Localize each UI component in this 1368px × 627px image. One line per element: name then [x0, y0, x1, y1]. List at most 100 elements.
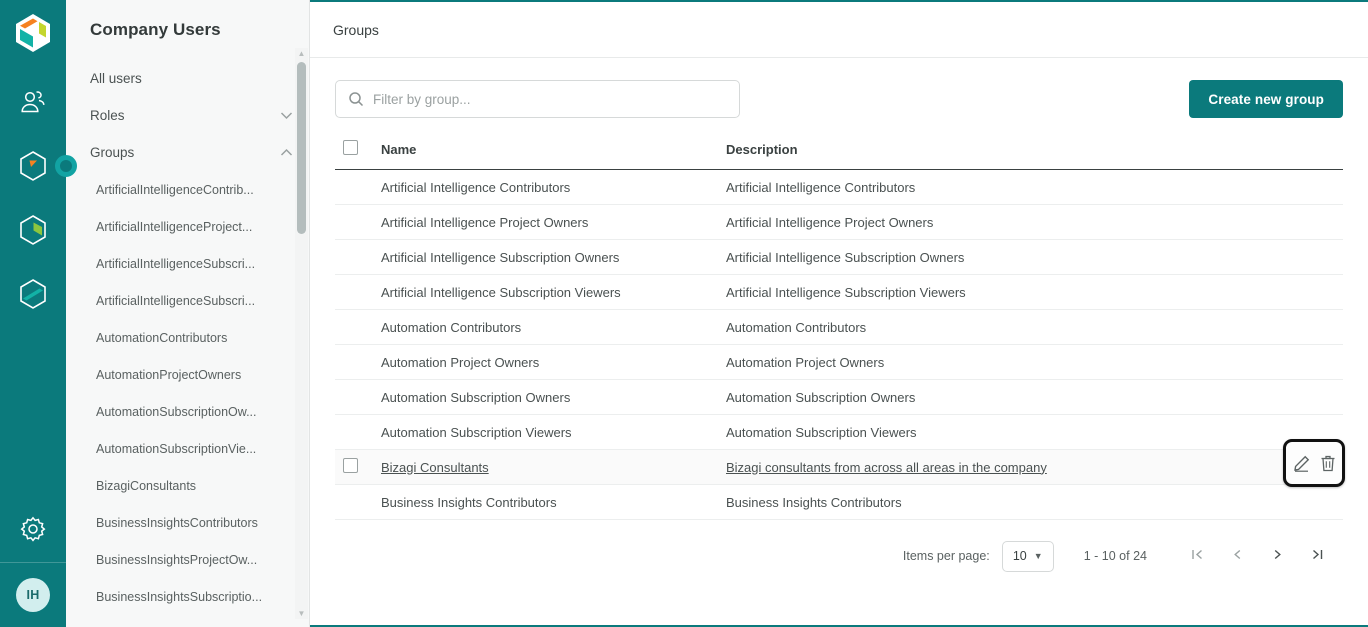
- sidebar-group-item[interactable]: BusinessInsightsSubscriptio...: [66, 578, 309, 615]
- rail-item-studio[interactable]: [0, 262, 66, 326]
- group-sublist: ArtificialIntelligenceContrib... Artifici…: [66, 171, 309, 615]
- rail-item-users[interactable]: [0, 70, 66, 134]
- cell-name: Bizagi Consultants: [381, 449, 726, 485]
- search-box[interactable]: [335, 80, 740, 118]
- row-checkbox[interactable]: [343, 458, 358, 473]
- avatar-wrap: IH: [0, 563, 66, 627]
- group-description: Artificial Intelligence Subscription Vie…: [726, 284, 966, 300]
- cell-actions: [1233, 344, 1343, 380]
- cell-name: Artificial Intelligence Project Owners: [381, 204, 726, 240]
- groups-table: Name Description Artificial Intelligence…: [335, 140, 1343, 520]
- scroll-down-icon[interactable]: ▼: [297, 610, 306, 618]
- next-page-icon: [1270, 547, 1285, 566]
- sidebar-group-item[interactable]: ArtificialIntelligenceSubscri...: [66, 282, 309, 319]
- secondary-nav: Company Users All users Roles Groups Art…: [66, 0, 310, 627]
- table-row[interactable]: Automation Subscription Viewers Automatio…: [335, 414, 1343, 450]
- group-description: Business Insights Contributors: [726, 494, 902, 510]
- table-row[interactable]: Business Insights Contributors Business I…: [335, 484, 1343, 520]
- sidebar-group-item-label: BusinessInsightsProjectOw...: [96, 552, 258, 567]
- pencil-icon[interactable]: [1293, 455, 1310, 472]
- last-page-button[interactable]: [1297, 539, 1337, 573]
- scroll-up-icon[interactable]: ▲: [297, 50, 306, 58]
- create-new-group-button[interactable]: Create new group: [1189, 80, 1343, 118]
- sidebar-group-item[interactable]: ArtificialIntelligenceContrib...: [66, 171, 309, 208]
- row-select-cell: [335, 449, 381, 485]
- table-row[interactable]: Automation Project Owners Automation Proj…: [335, 344, 1343, 380]
- first-page-button[interactable]: [1177, 539, 1217, 573]
- prev-page-icon: [1230, 547, 1245, 566]
- group-name: Bizagi Consultants: [381, 459, 489, 475]
- group-name: Automation Contributors: [381, 319, 522, 335]
- table-row[interactable]: Artificial Intelligence Subscription Vie…: [335, 274, 1343, 310]
- select-all-checkbox[interactable]: [343, 140, 358, 155]
- row-action-toolbar: [1283, 439, 1345, 487]
- cell-actions: [1233, 484, 1343, 520]
- cell-name: Automation Subscription Viewers: [381, 414, 726, 450]
- sidebar-group-item[interactable]: BizagiConsultants: [66, 467, 309, 504]
- sidebar-group-item-label: ArtificialIntelligenceSubscri...: [96, 293, 256, 308]
- sidebar-group-item[interactable]: BusinessInsightsContributors: [66, 504, 309, 541]
- bizagi-logo-icon[interactable]: [13, 12, 53, 54]
- search-input[interactable]: [373, 91, 727, 107]
- rail-item-automation[interactable]: [0, 134, 77, 198]
- nav-list: All users Roles Groups ArtificialIntelli…: [66, 56, 309, 627]
- settings-button[interactable]: [0, 500, 66, 562]
- table-row[interactable]: Artificial Intelligence Project Owners Ar…: [335, 204, 1343, 240]
- sidebar-item-label: Roles: [90, 108, 125, 123]
- cell-actions: [1233, 309, 1343, 345]
- sidebar-item-roles[interactable]: Roles: [66, 97, 309, 134]
- next-page-button[interactable]: [1257, 539, 1297, 573]
- group-name: Artificial Intelligence Project Owners: [381, 214, 589, 230]
- last-page-icon: [1310, 547, 1325, 566]
- cell-name: Business Insights Contributors: [381, 484, 726, 520]
- app-root: IH Company Users All users Roles Groups …: [0, 0, 1368, 627]
- sidebar-item-groups[interactable]: Groups: [66, 134, 309, 171]
- row-select-cell: [335, 344, 381, 380]
- cell-name: Automation Contributors: [381, 309, 726, 345]
- table-row[interactable]: Automation Contributors Automation Contri…: [335, 309, 1343, 345]
- cell-description: Automation Subscription Owners: [726, 379, 1233, 415]
- group-description: Automation Contributors: [726, 319, 867, 335]
- sidebar-group-item-label: ArtificialIntelligenceProject...: [96, 219, 253, 234]
- cell-description: Artificial Intelligence Contributors: [726, 169, 1233, 205]
- sidebar-scrollbar[interactable]: ▲ ▼: [295, 48, 308, 619]
- sidebar-group-item-label: BusinessInsightsSubscriptio...: [96, 589, 263, 604]
- sidebar-group-item[interactable]: ArtificialIntelligenceSubscri...: [66, 245, 309, 282]
- group-name: Business Insights Contributors: [381, 494, 557, 510]
- sidebar-group-item[interactable]: ArtificialIntelligenceProject...: [66, 208, 309, 245]
- row-select-cell: [335, 274, 381, 310]
- table-row[interactable]: Artificial Intelligence Contributors Arti…: [335, 169, 1343, 205]
- content-panel: Groups Create new group: [310, 0, 1368, 627]
- cell-description: Automation Contributors: [726, 309, 1233, 345]
- automation-hex-icon: [18, 150, 48, 182]
- rail-item-business-insights[interactable]: [0, 198, 66, 262]
- sidebar-group-item-label: AutomationSubscriptionOw...: [96, 404, 257, 419]
- table-row[interactable]: Bizagi Consultants Bizagi consultants fro…: [335, 449, 1343, 485]
- sidebar-group-item[interactable]: AutomationSubscriptionOw...: [66, 393, 309, 430]
- page-size-select[interactable]: 10 ▼: [1001, 540, 1054, 572]
- table-row[interactable]: Automation Subscription Owners Automation…: [335, 379, 1343, 415]
- row-select-cell: [335, 239, 381, 275]
- scrollbar-thumb[interactable]: [297, 62, 306, 234]
- trash-icon[interactable]: [1320, 455, 1336, 472]
- sidebar-group-item[interactable]: BusinessInsightsProjectOw...: [66, 541, 309, 578]
- prev-page-button[interactable]: [1217, 539, 1257, 573]
- group-description: Artificial Intelligence Project Owners: [726, 214, 934, 230]
- rail-icon-list: [0, 70, 77, 326]
- chevron-up-icon: [280, 148, 293, 157]
- table-head: Name Description: [335, 140, 1343, 170]
- column-header-description[interactable]: Description: [726, 140, 1233, 170]
- avatar[interactable]: IH: [16, 578, 50, 612]
- group-description: Automation Project Owners: [726, 354, 885, 370]
- sidebar-group-item[interactable]: AutomationProjectOwners: [66, 356, 309, 393]
- cell-description: Business Insights Contributors: [726, 484, 1233, 520]
- table-row[interactable]: Artificial Intelligence Subscription Own…: [335, 239, 1343, 275]
- sidebar-item-all-users[interactable]: All users: [66, 60, 309, 97]
- sidebar-group-item[interactable]: AutomationSubscriptionVie...: [66, 430, 309, 467]
- sidebar-group-item-label: ArtificialIntelligenceSubscri...: [96, 256, 256, 271]
- sidebar-group-item[interactable]: AutomationContributors: [66, 319, 309, 356]
- page-size-value: 10: [1012, 549, 1027, 563]
- cell-name: Automation Subscription Owners: [381, 379, 726, 415]
- sidebar-item-label: Groups: [90, 145, 135, 160]
- column-header-name[interactable]: Name: [381, 140, 726, 170]
